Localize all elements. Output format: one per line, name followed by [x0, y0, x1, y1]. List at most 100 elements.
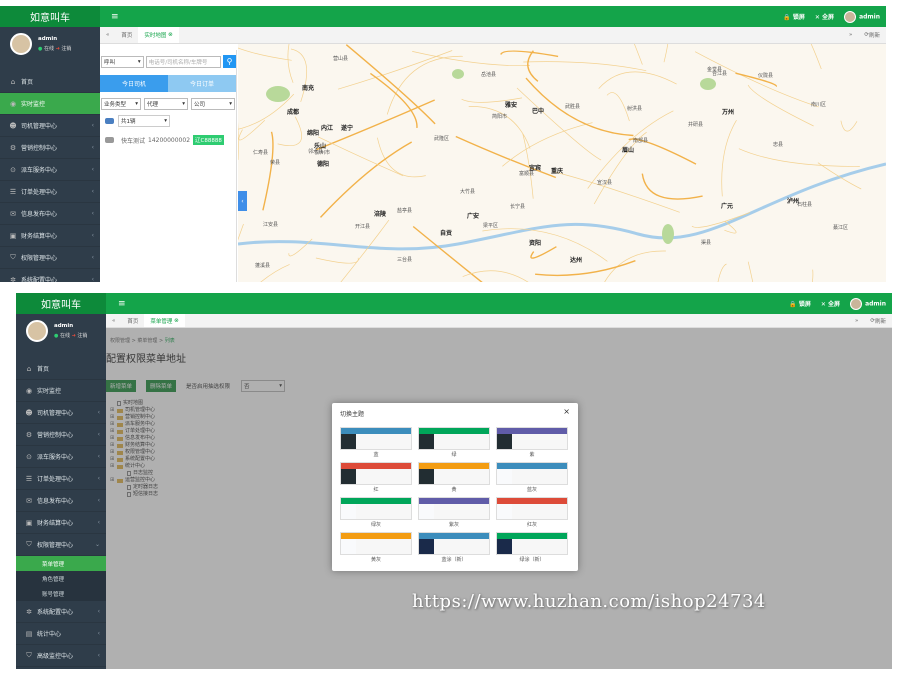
collapse-panel-button[interactable]: ‹ [238, 191, 247, 211]
tabs-back-icon[interactable]: « [106, 314, 121, 327]
place-label: 石柱县 [797, 202, 813, 208]
theme-swatch [340, 427, 412, 450]
cog-icon: ✲ [10, 275, 16, 283]
driver-panel: 呼叫 ▾ 电话号/司机名称/车牌号 ⚲ 今日司机 今日订单 业务类型 ▾ 代理 ▾ 公… [100, 50, 237, 282]
sidebar-item[interactable]: ▣ 财务结算中心 ‹ [16, 512, 106, 534]
monitor-icon: ◉ [25, 386, 33, 395]
theme-option[interactable]: 黄 [418, 462, 490, 493]
theme-option[interactable]: 紫 [496, 427, 568, 458]
tabs-forward-icon[interactable]: » [843, 27, 858, 43]
theme-option[interactable]: 红灰 [496, 497, 568, 528]
theme-option[interactable]: 黄灰 [340, 532, 412, 563]
chevron-icon: ‹ [97, 519, 100, 526]
place-label: 岳池县 [481, 72, 497, 78]
sidebar-item[interactable]: ▤ 统计中心 ‹ [16, 623, 106, 645]
theme-swatch [418, 497, 490, 520]
vehicle-count-select[interactable]: 共1辆 ▾ [118, 115, 170, 127]
theme-option[interactable]: 蓝涂（新） [418, 532, 490, 563]
sidebar-item[interactable]: ⊙ 派车服务中心 ‹ [0, 159, 100, 181]
sidebar-item[interactable]: ✲ 系统配置中心 ‹ [0, 269, 100, 283]
search-button[interactable]: ⚲ [223, 55, 236, 68]
sidebar-item-label: 财务结算中心 [37, 520, 74, 527]
theme-name: 黄灰 [370, 557, 381, 563]
filter-select[interactable]: 呼叫 ▾ [101, 55, 144, 68]
city-label: 眉山 [622, 147, 635, 154]
sidebar-item[interactable]: ⚙ 营销控制中心 ‹ [16, 424, 106, 446]
tab-menu-manage[interactable]: 菜单管理 ⊗ [144, 314, 185, 327]
close-icon[interactable]: × [563, 407, 570, 416]
road [516, 87, 602, 161]
user-menu[interactable]: admin [844, 10, 880, 23]
sidebar-item[interactable]: ☰ 订单处理中心 ‹ [0, 181, 100, 203]
sidebar-item[interactable]: ⛉ 高级监控中心 ‹ [16, 645, 106, 667]
sidebar-item[interactable]: ☰ 订单处理中心 ‹ [16, 468, 106, 490]
river [238, 162, 886, 251]
highway [345, 44, 436, 125]
refresh-button[interactable]: ⟳ 刷新 [864, 314, 892, 327]
sidebar-item[interactable]: ⛉ 权限管理中心 ⌄ [16, 534, 106, 556]
tabs-back-icon[interactable]: « [100, 27, 115, 43]
sidebar-subitem[interactable]: 角色管理 [16, 571, 106, 586]
avatar [10, 33, 32, 55]
swatch-sidebar [419, 434, 434, 449]
tab-today-orders[interactable]: 今日订单 [168, 75, 236, 92]
sidebar-item[interactable]: ☻ 司机管理中心 ‹ [16, 402, 106, 424]
sidebar-item[interactable]: ◉ 实时监控 [0, 93, 100, 115]
lock-button[interactable]: 🔒 锁屏 [789, 299, 811, 308]
road [315, 257, 359, 264]
tab-today-drivers[interactable]: 今日司机 [100, 75, 168, 92]
sidebar-item[interactable]: ✉ 信息发布中心 ‹ [0, 203, 100, 225]
theme-modal: 切换主题 × 蓝 绿 紫红 黄 蓝灰 绿灰 紫灰 红灰 黄灰 蓝涂（新） 绿涂（新） [332, 403, 578, 571]
agent-select[interactable]: 代理 ▾ [144, 98, 188, 110]
theme-name: 紫 [529, 452, 535, 458]
chevron-icon: ‹ [97, 431, 100, 438]
chevron-icon: ‹ [97, 630, 100, 637]
sidebar-item[interactable]: ☻ 司机管理中心 ‹ [0, 115, 100, 137]
fullscreen-button[interactable]: ✕ 全屏 [815, 12, 834, 21]
map-view[interactable]: 成都 重庆 达州 绵阳 南充 遂宁 内江 乐山 自贡 宜宾 泸州 广安 巴中 万州 眉山 资阳 德阳 雅安 广元 涪陵… [238, 44, 886, 282]
theme-option[interactable]: 紫灰 [418, 497, 490, 528]
sidebar-subitem[interactable]: 菜单管理 [16, 556, 106, 571]
chevron-icon: ‹ [91, 166, 94, 173]
search-input[interactable]: 电话号/司机名称/车牌号 [145, 55, 222, 68]
theme-option[interactable]: 绿灰 [340, 497, 412, 528]
business-type-select[interactable]: 业务类型 ▾ [101, 98, 141, 110]
tab-realtime-map[interactable]: 实时地图 ⊗ [138, 27, 179, 43]
road [238, 47, 292, 61]
theme-option[interactable]: 蓝 [340, 427, 412, 458]
place-label: 蓬溪县 [255, 263, 271, 269]
sidebar-item[interactable]: ✲ 系统配置中心 ‹ [16, 601, 106, 623]
chevron-icon: ⌄ [94, 541, 100, 548]
sidebar-item[interactable]: ⊙ 派车服务中心 ‹ [16, 446, 106, 468]
sidebar-item[interactable]: ▣ 财务结算中心 ‹ [0, 225, 100, 247]
sidebar-item[interactable]: ✉ 信息发布中心 ‹ [16, 490, 106, 512]
driver-row[interactable]: 快车测试 14200000002 辽C88888 [105, 135, 236, 145]
tab-home[interactable]: 首页 [121, 314, 144, 327]
company-select[interactable]: 公司 ▾ [191, 98, 235, 110]
fullscreen-button[interactable]: ✕ 全屏 [821, 299, 840, 308]
refresh-button[interactable]: ⟳ 刷新 [858, 27, 886, 43]
user-menu[interactable]: admin [850, 297, 886, 310]
theme-name: 紫灰 [448, 522, 459, 528]
theme-option[interactable]: 绿 [418, 427, 490, 458]
city-label: 重庆 [551, 168, 564, 175]
sidebar-item[interactable]: ⛉ 权限管理中心 ‹ [0, 247, 100, 269]
sidebar-item[interactable]: ⌂ 首页 [0, 71, 100, 93]
sidebar-item[interactable]: ⚙ 营销控制中心 ‹ [0, 137, 100, 159]
sidebar-subitem[interactable]: 账号管理 [16, 586, 106, 601]
theme-option[interactable]: 蓝灰 [496, 462, 568, 493]
lock-button[interactable]: 🔒 锁屏 [783, 12, 805, 21]
theme-option[interactable]: 红 [340, 462, 412, 493]
menu-toggle-icon[interactable]: ≡ [111, 12, 119, 22]
sidebar-item[interactable]: ◉ 实时监控 [16, 380, 106, 402]
shield-icon: ⛉ [26, 651, 32, 659]
highway [641, 173, 703, 200]
home-icon: ⌂ [10, 77, 16, 86]
theme-option[interactable]: 绿涂（新） [496, 532, 568, 563]
menu-toggle-icon[interactable]: ≡ [118, 299, 126, 309]
tabs-forward-icon[interactable]: » [849, 314, 864, 327]
wallet-icon: ▣ [25, 518, 33, 527]
sidebar-item[interactable]: ⌂ 首页 [16, 358, 106, 380]
avatar [850, 297, 863, 310]
tab-home[interactable]: 首页 [115, 27, 138, 43]
